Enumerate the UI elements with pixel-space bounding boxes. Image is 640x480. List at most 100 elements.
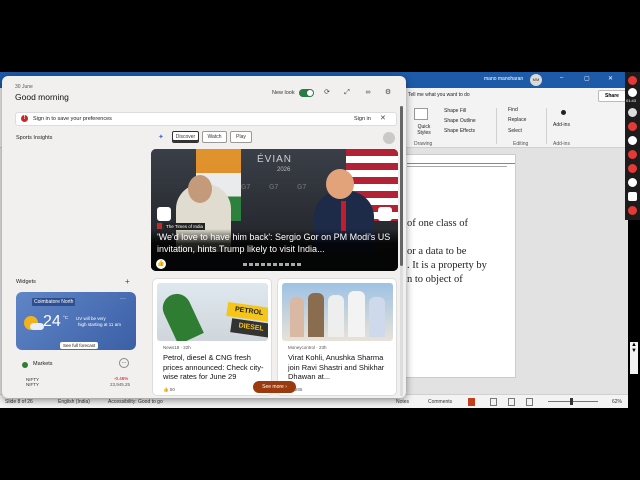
ribbon-divider xyxy=(496,108,497,144)
news-card[interactable]: PETROL DIESEL News18 · 22h Petrol, diese… xyxy=(152,278,272,396)
record-icon[interactable] xyxy=(628,122,637,131)
weather-widget[interactable]: Coimbatore North ··· 24 °C UV will be ve… xyxy=(16,292,136,350)
warning-icon: ! xyxy=(21,115,28,122)
markets-icon xyxy=(22,362,28,368)
app-icon[interactable] xyxy=(628,178,637,187)
expand-icon[interactable]: ⤢ xyxy=(342,88,352,98)
tab-watch[interactable]: Watch xyxy=(202,131,227,143)
replace-button[interactable]: Replace xyxy=(508,117,526,123)
carousel-indicator xyxy=(243,263,303,266)
index-name: NIFTY NIFTY xyxy=(26,377,39,387)
addins-icon[interactable] xyxy=(561,110,566,115)
editing-group-label: Editing xyxy=(513,141,529,147)
slideshow-button[interactable] xyxy=(526,398,533,406)
link-icon[interactable]: ∞ xyxy=(363,88,373,98)
backdrop-year: 2026 xyxy=(277,167,291,173)
camera-icon[interactable] xyxy=(628,150,637,159)
cancel-icon[interactable] xyxy=(628,164,637,173)
normal-view-button[interactable] xyxy=(468,398,475,406)
news-image xyxy=(282,283,393,341)
slide-line: n to object of xyxy=(407,274,463,285)
slide-scrollbar[interactable]: ▲ ▼ xyxy=(630,342,638,374)
share-button[interactable]: Share xyxy=(598,90,626,102)
news-card[interactable]: Moneycontrol · 23h Virat Kohli, Anushka … xyxy=(277,278,397,396)
avatar[interactable]: MM xyxy=(530,74,542,86)
tab-discover[interactable]: Discover xyxy=(172,131,199,143)
scrollbar-thumb[interactable] xyxy=(400,106,403,266)
shape-outline-button[interactable]: Shape Outline xyxy=(444,118,476,124)
hero-headline[interactable]: 'We'd love to have him back': Sergio Gor… xyxy=(157,231,393,255)
gear-icon[interactable]: ⚙ xyxy=(383,88,393,98)
addins-group-label: Add-ins xyxy=(553,141,570,147)
slide-line: . It is a property by xyxy=(407,260,487,271)
person-figure xyxy=(188,175,212,203)
close-icon[interactable]: ✕ xyxy=(380,114,386,122)
person-figure xyxy=(341,201,346,231)
shape-fill-button[interactable]: Shape Fill xyxy=(444,108,466,114)
markets-widget[interactable]: Markets ··· NIFTY NIFTY -0.46% 23,945.25 xyxy=(16,354,136,398)
zoom-slider-thumb[interactable] xyxy=(570,398,573,405)
see-more-button[interactable]: See more › xyxy=(253,381,296,393)
window-icon[interactable] xyxy=(628,192,637,201)
slide-body-text[interactable]: of one class of or a data to be . It is … xyxy=(407,217,487,287)
close-icon[interactable]: ✕ xyxy=(608,75,613,82)
hero-news-card[interactable]: ÉVIAN 2026 G7 G7 G7 The Times of India '… xyxy=(151,149,398,271)
feed-tabs: Discover Watch Play xyxy=(2,131,406,143)
app-icon[interactable] xyxy=(628,76,637,85)
widgets-panel: 30 June Good morning New look ⟳ ⤢ ∞ ⚙ ! … xyxy=(2,76,406,398)
accessibility-status[interactable]: Accessibility: Good to go xyxy=(108,399,163,405)
zoom-level[interactable]: 62% xyxy=(612,399,622,405)
carousel-prev-button[interactable] xyxy=(157,207,171,221)
quick-styles-button[interactable]: Quick Styles xyxy=(412,124,436,136)
settings-icon[interactable] xyxy=(628,108,637,117)
slide-divider xyxy=(407,166,507,167)
slide[interactable]: of one class of or a data to be . It is … xyxy=(404,154,516,378)
microphone-icon[interactable] xyxy=(628,136,637,145)
zoom-slider[interactable] xyxy=(548,401,598,402)
more-options-icon[interactable]: ··· xyxy=(119,358,129,368)
signin-message: Sign in to save your preferences xyxy=(33,116,112,122)
news-headline[interactable]: Virat Kohli, Anushka Sharma join Ravi Sh… xyxy=(288,353,393,382)
source-logo-icon xyxy=(157,223,162,229)
weather-location[interactable]: Coimbatore North xyxy=(32,298,76,306)
tell-me-search[interactable]: Tell me what you want to do xyxy=(408,92,470,98)
signin-link[interactable]: Sign in xyxy=(354,116,371,122)
minimize-icon[interactable]: – xyxy=(560,75,563,81)
profile-avatar[interactable] xyxy=(383,132,395,144)
add-widget-icon[interactable]: + xyxy=(125,277,130,286)
weather-alert: UV will be very xyxy=(76,316,106,321)
tab-play[interactable]: Play xyxy=(230,131,252,143)
new-look-label: New look xyxy=(272,90,295,96)
addins-button[interactable]: Add-ins xyxy=(553,122,570,128)
quick-styles-icon[interactable] xyxy=(414,108,428,120)
language-status[interactable]: English (India) xyxy=(58,399,90,405)
maximize-icon[interactable]: ▢ xyxy=(584,75,590,82)
widgets-scrollbar[interactable] xyxy=(400,106,403,396)
news-headline[interactable]: Petrol, diesel & CNG fresh prices announ… xyxy=(163,353,268,382)
reading-view-button[interactable] xyxy=(508,398,515,406)
app-icon[interactable] xyxy=(628,88,637,97)
shape-effects-button[interactable]: Shape Effects xyxy=(444,128,475,134)
notes-button[interactable]: Notes xyxy=(396,399,409,405)
user-name[interactable]: mano manoharan xyxy=(484,76,523,82)
select-button[interactable]: Select xyxy=(508,128,522,134)
find-button[interactable]: Find xyxy=(508,107,518,113)
ribbon-divider xyxy=(546,108,547,144)
comments-button[interactable]: Comments xyxy=(428,399,452,405)
more-options-icon[interactable]: ··· xyxy=(120,296,126,302)
person-figure xyxy=(290,297,304,337)
like-icon[interactable]: 👍 xyxy=(156,259,166,269)
index-value: 23,945.25 xyxy=(110,382,131,387)
slide-sorter-button[interactable] xyxy=(490,398,497,406)
new-look-toggle[interactable] xyxy=(299,89,314,97)
clock: 01:43 xyxy=(626,98,637,103)
reaction-count[interactable]: 👍 50 xyxy=(163,387,175,393)
refresh-icon[interactable]: ⟳ xyxy=(322,88,332,98)
fuel-nozzle xyxy=(158,289,204,341)
full-forecast-link[interactable]: See full forecast xyxy=(60,342,99,349)
gear-icon[interactable] xyxy=(628,206,637,215)
news-image: PETROL DIESEL xyxy=(157,283,268,341)
slide-line: or a data to be xyxy=(407,246,467,257)
carousel-next-button[interactable] xyxy=(378,207,392,221)
cloud-icon xyxy=(30,323,44,330)
